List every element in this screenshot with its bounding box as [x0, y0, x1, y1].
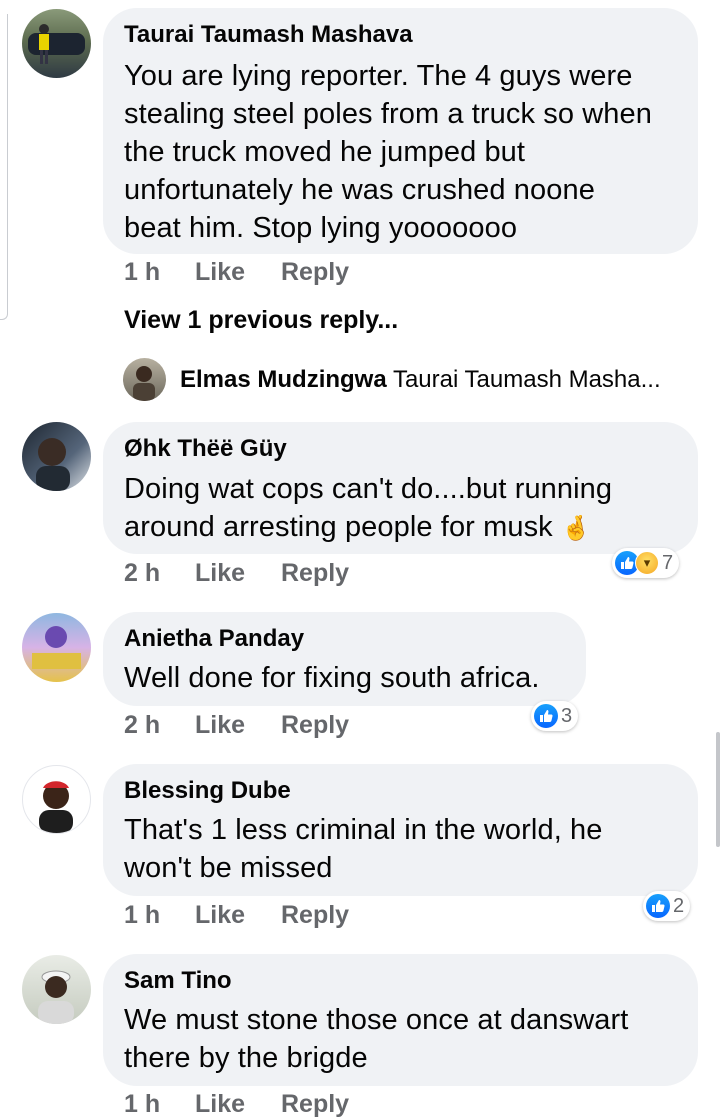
like-button[interactable]: Like	[195, 901, 245, 930]
reaction-summary[interactable]: ▾ 7	[612, 548, 680, 578]
comment-text: Doing wat cops can't do....but running	[124, 473, 613, 505]
comment-text: around arresting people for musk	[124, 511, 553, 543]
reply-button[interactable]: Reply	[281, 901, 349, 930]
thread-line	[0, 14, 8, 320]
thumbs-up-icon	[646, 894, 670, 918]
scrollbar[interactable]	[716, 732, 720, 847]
reaction-summary[interactable]: 3	[531, 701, 579, 731]
comment-text: You are lying reporter. The 4 guys were	[124, 60, 633, 92]
comment-text: We must stone those once at danswart	[124, 1004, 629, 1036]
comment-author[interactable]: Øhk Thëë Güy	[124, 434, 678, 464]
comment-bubble: Øhk Thëë Güy Doing wat cops can't do....…	[103, 422, 698, 554]
comment-bubble: Blessing Dube That's 1 less criminal in …	[103, 764, 698, 896]
reaction-count: 7	[662, 551, 674, 574]
comment-text: the truck moved he jumped but	[124, 136, 526, 168]
comment-text: there by the brigde	[124, 1042, 368, 1074]
comment-author[interactable]: Sam Tino	[124, 966, 678, 996]
comment-text: That's 1 less criminal in the world, he	[124, 814, 603, 846]
avatar[interactable]	[22, 765, 91, 834]
like-button[interactable]: Like	[195, 258, 245, 287]
reaction-summary[interactable]: 2	[643, 891, 691, 921]
avatar[interactable]	[22, 955, 91, 1024]
haha-icon: ▾	[635, 551, 659, 575]
comment-author[interactable]: Anietha Panday	[124, 624, 566, 654]
avatar[interactable]	[22, 613, 91, 682]
comment-bubble: Anietha Panday Well done for fixing sout…	[103, 612, 586, 706]
avatar[interactable]	[22, 9, 91, 78]
comment-text: Well done for fixing south africa.	[124, 662, 540, 694]
comment-text: beat him. Stop lying yooooooo	[124, 212, 518, 244]
comment-bubble: Sam Tino We must stone those once at dan…	[103, 954, 698, 1086]
reply-button[interactable]: Reply	[281, 258, 349, 287]
avatar[interactable]	[22, 422, 91, 491]
timestamp: 2 h	[124, 711, 161, 739]
timestamp: 1 h	[124, 258, 161, 286]
reply-author[interactable]: Elmas Mudzingwa	[180, 366, 387, 393]
reply-button[interactable]: Reply	[281, 559, 349, 588]
view-previous-replies-link[interactable]: View 1 previous reply...	[124, 306, 398, 335]
reaction-count: 3	[561, 704, 573, 727]
comment-author[interactable]: Blessing Dube	[124, 776, 678, 806]
reply-snippet: Taurai Taumash Masha...	[392, 366, 661, 393]
timestamp: 1 h	[124, 1090, 161, 1118]
comment-text: unfortunately he was crushed noone	[124, 174, 595, 206]
comment-text-line: around arresting people for musk 🤞	[124, 508, 678, 548]
comment-text: won't be missed	[124, 852, 333, 884]
thumbs-up-icon	[534, 704, 558, 728]
timestamp: 2 h	[124, 559, 161, 587]
reply-button[interactable]: Reply	[281, 711, 349, 740]
comment-text: stealing steel poles from a truck so whe…	[124, 98, 652, 130]
reaction-count: 2	[673, 894, 685, 917]
timestamp: 1 h	[124, 901, 161, 929]
avatar[interactable]	[123, 358, 166, 401]
like-button[interactable]: Like	[195, 711, 245, 740]
like-button[interactable]: Like	[195, 559, 245, 588]
like-button[interactable]: Like	[195, 1090, 245, 1119]
reply-button[interactable]: Reply	[281, 1090, 349, 1119]
reply-preview[interactable]: Elmas Mudzingwa Taurai Taumash Masha...	[180, 366, 661, 394]
comment-bubble: Taurai Taumash Mashava You are lying rep…	[103, 8, 698, 254]
crossed-fingers-emoji: 🤞	[560, 515, 591, 542]
comment-author[interactable]: Taurai Taumash Mashava	[124, 20, 678, 50]
